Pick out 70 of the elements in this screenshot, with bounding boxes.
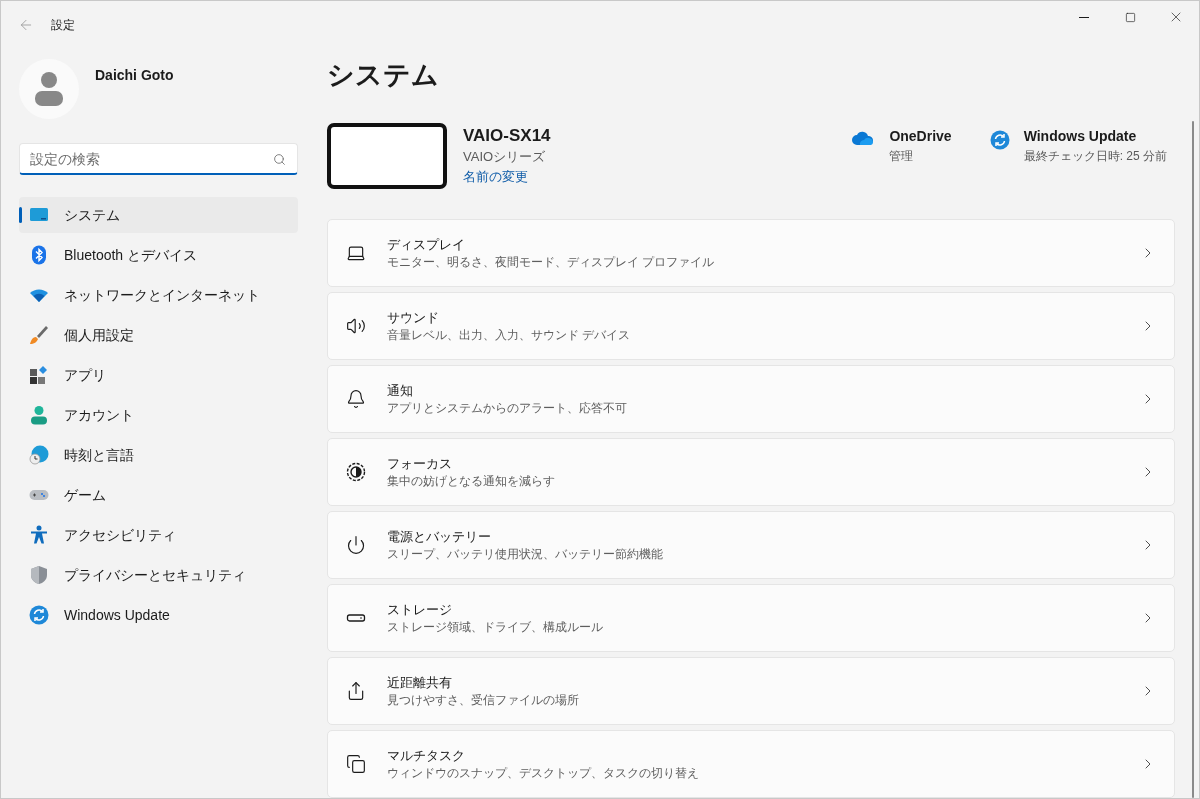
status-subtitle: 最終チェック日時: 25 分前 (1023, 148, 1167, 165)
nav-item[interactable]: アカウント (19, 397, 298, 433)
cloud-icon (851, 130, 876, 146)
power-icon (346, 535, 366, 555)
card-title: 通知 (387, 382, 414, 400)
status-item[interactable]: Windows Update 最終チェック日時: 25 分前 (989, 126, 1167, 166)
status-item[interactable]: OneDrive 管理 (851, 126, 952, 166)
nav-item[interactable]: プライバシーとセキュリティ (19, 557, 298, 593)
search-icon (273, 153, 286, 166)
settings-card[interactable]: フォーカス 集中の妨げとなる通知を減らす (327, 438, 1175, 506)
card-description: ストレージ領域、ドライブ、構成ルール (387, 620, 604, 635)
search-field[interactable]: 設定の検索 (19, 143, 298, 175)
device-model: VAIOシリーズ (463, 148, 547, 166)
card-title: フォーカス (387, 455, 453, 473)
bluetooth-icon (29, 245, 49, 265)
shield-icon (29, 565, 49, 585)
device-name: VAIO-SX14 (463, 125, 551, 147)
minimize-icon (1079, 16, 1089, 18)
brush-icon (29, 325, 49, 345)
nav-item[interactable]: ネットワークとインターネット (19, 277, 298, 313)
settings-card[interactable]: 通知 アプリとシステムからのアラート、応答不可 (327, 365, 1175, 433)
card-description: 集中の妨げとなる通知を減らす (387, 474, 556, 489)
card-description: ウィンドウのスナップ、デスクトップ、タスクの切り替え (387, 766, 700, 781)
status-subtitle: 管理 (889, 148, 915, 165)
nav-item[interactable]: システム (19, 197, 298, 233)
bell-icon (346, 389, 366, 409)
share-icon (346, 681, 366, 701)
nav-item[interactable]: Windows Update (19, 597, 298, 633)
card-title: ストレージ (387, 601, 453, 619)
selection-indicator (19, 207, 22, 223)
nav-item[interactable]: 個人用設定 (19, 317, 298, 353)
rename-link[interactable]: 名前の変更 (463, 167, 551, 187)
nav-item[interactable]: 時刻と言語 (19, 437, 298, 473)
page-title: システム (327, 59, 440, 92)
apps-icon (29, 365, 49, 385)
status-title: OneDrive (889, 127, 952, 146)
card-description: アプリとシステムからのアラート、応答不可 (387, 401, 628, 416)
windows-icon (346, 754, 366, 774)
card-title: ディスプレイ (387, 236, 466, 254)
scrollbar[interactable] (1192, 121, 1194, 798)
window-title: 設定 (51, 17, 75, 34)
person-icon (35, 71, 63, 107)
maximize-icon (1124, 11, 1136, 23)
accessibility-icon (29, 525, 49, 545)
nav-item[interactable]: アクセシビリティ (19, 517, 298, 553)
focus-icon (346, 462, 366, 482)
card-description: スリープ、バッテリ使用状況、バッテリー節約機能 (387, 547, 664, 562)
card-description: モニター、明るさ、夜間モード、ディスプレイ プロファイル (387, 255, 716, 270)
card-title: サウンド (387, 309, 440, 327)
settings-card[interactable]: ディスプレイ モニター、明るさ、夜間モード、ディスプレイ プロファイル (327, 219, 1175, 287)
card-description: 音量レベル、出力、入力、サウンド デバイス (387, 328, 632, 343)
settings-card[interactable]: サウンド 音量レベル、出力、入力、サウンド デバイス (327, 292, 1175, 360)
sync-icon (29, 605, 49, 625)
settings-card[interactable]: 電源とバッテリー スリープ、バッテリ使用状況、バッテリー節約機能 (327, 511, 1175, 579)
settings-card[interactable]: マルチタスク ウィンドウのスナップ、デスクトップ、タスクの切り替え (327, 730, 1175, 798)
card-title: マルチタスク (387, 747, 466, 765)
card-description: 見つけやすさ、受信ファイルの場所 (387, 693, 580, 708)
card-title: 近距離共有 (387, 674, 453, 692)
nav-item[interactable]: アプリ (19, 357, 298, 393)
settings-card[interactable]: 近距離共有 見つけやすさ、受信ファイルの場所 (327, 657, 1175, 725)
person-icon (29, 405, 49, 425)
nav-item[interactable]: Bluetooth とデバイス (19, 237, 298, 273)
user-name: Daichi Goto (95, 65, 174, 85)
globe-clock-icon (29, 445, 49, 465)
sync-icon (989, 130, 1010, 150)
nav-item[interactable]: ゲーム (19, 477, 298, 513)
settings-card[interactable]: ストレージ ストレージ領域、ドライブ、構成ルール (327, 584, 1175, 652)
status-title: Windows Update (1023, 127, 1138, 146)
speaker-icon (346, 316, 366, 336)
card-title: 電源とバッテリー (387, 528, 492, 546)
